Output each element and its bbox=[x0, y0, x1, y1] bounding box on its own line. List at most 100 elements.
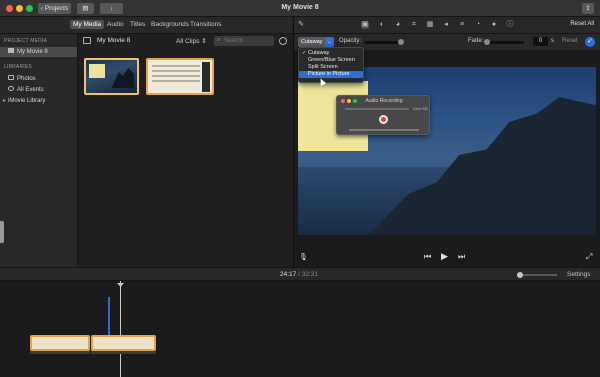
menu-item-label: Green/Blue Screen bbox=[308, 57, 355, 63]
timeline-audio-track[interactable] bbox=[30, 351, 90, 354]
opacity-slider-knob[interactable] bbox=[398, 39, 404, 45]
total-time: 32:31 bbox=[301, 271, 318, 278]
sidebar-item-imovie-library[interactable]: ▸ iMovie Library bbox=[0, 96, 77, 106]
timeline-clip[interactable] bbox=[30, 335, 90, 351]
menu-item-label: Picture in Picture bbox=[308, 71, 350, 77]
fade-slider-knob[interactable] bbox=[484, 39, 490, 45]
stabilization-icon[interactable]: ▦ bbox=[426, 21, 434, 29]
recording-window-title: Audio Recording bbox=[365, 98, 403, 104]
overlay-mode-menu: ✓ Cutaway Green/Blue Screen Split Screen… bbox=[298, 47, 364, 83]
clip-document-thumb bbox=[152, 65, 200, 67]
clip-landscape-thumb bbox=[111, 68, 134, 88]
sidebar-item-photos[interactable]: Photos bbox=[0, 74, 77, 84]
libraries-sidebar: PROJECT MEDIA My Movie 8 LIBRARIES Photo… bbox=[0, 34, 78, 267]
overlay-mode-value: Cutaway bbox=[301, 39, 323, 45]
apply-checkmark-button[interactable]: ✓ bbox=[585, 37, 595, 47]
opacity-label: Opacity: bbox=[339, 38, 362, 44]
sidebar-item-my-movie[interactable]: My Movie 8 bbox=[0, 47, 77, 57]
camera-icon bbox=[8, 75, 14, 80]
sidebar-item-all-events[interactable]: All Events bbox=[0, 85, 77, 95]
menu-item-picture-in-picture[interactable]: Picture in Picture bbox=[299, 71, 363, 78]
star-icon bbox=[8, 86, 14, 91]
sidebar-toggle-icon[interactable] bbox=[83, 37, 91, 44]
overlay-clip-connector[interactable] bbox=[108, 297, 110, 337]
equalizer-icon[interactable]: ≡ bbox=[458, 21, 466, 29]
timeline-clip[interactable] bbox=[91, 335, 156, 351]
adjustments-bar: ✎ ▣ ◐ ◕ ⌗ ▦ ◂ ≡ ◔ ● ⓘ Reset All bbox=[294, 17, 600, 34]
sidebar-item-label: My Movie 8 bbox=[17, 49, 48, 55]
timecode-display: 24:17 / 32:31 bbox=[280, 271, 318, 278]
media-clip-thumbnail[interactable] bbox=[146, 58, 214, 95]
overlay-mode-select[interactable]: Cutaway ⌄ bbox=[298, 37, 334, 47]
crop-icon[interactable]: ⌗ bbox=[410, 21, 418, 29]
media-clip-thumbnail[interactable] bbox=[84, 58, 139, 95]
fade-slider[interactable] bbox=[484, 39, 524, 45]
chevron-right-icon: ▸ bbox=[3, 98, 7, 104]
record-button[interactable] bbox=[379, 115, 388, 124]
skip-back-button[interactable]: ⏮ bbox=[424, 252, 431, 262]
search-icon: ⌕ bbox=[217, 37, 221, 43]
playback-controls: 🎙 ⏮ ▶ ⏭ ⤢ bbox=[293, 250, 600, 267]
color-correction-icon[interactable]: ◕ bbox=[394, 21, 402, 29]
reset-button[interactable]: Reset bbox=[562, 38, 578, 44]
menu-item-cutaway[interactable]: ✓ Cutaway bbox=[299, 50, 363, 57]
skip-forward-button[interactable]: ⏭ bbox=[458, 252, 465, 262]
menu-item-split-screen[interactable]: Split Screen bbox=[299, 64, 363, 71]
tab-titles[interactable]: Titles bbox=[130, 21, 145, 28]
reset-all-button[interactable]: Reset All bbox=[570, 21, 594, 27]
video-overlay-settings-icon[interactable]: ▣ bbox=[361, 21, 369, 29]
microphone-icon[interactable]: 🎙 bbox=[299, 253, 308, 261]
audio-recording-window: Audio Recording Zero KB bbox=[336, 95, 430, 135]
zoom-slider-knob[interactable] bbox=[517, 272, 523, 278]
sidebar-item-label: iMovie Library bbox=[8, 98, 46, 104]
noise-reduction-icon[interactable]: ● bbox=[490, 21, 498, 29]
speed-icon[interactable]: ◔ bbox=[474, 21, 482, 29]
tab-backgrounds[interactable]: Backgrounds bbox=[151, 21, 189, 28]
fade-duration-field[interactable]: 0 bbox=[533, 37, 548, 46]
window-title: My Movie 8 bbox=[281, 4, 319, 11]
clip-filter-select[interactable]: All Clips ⇕ bbox=[176, 37, 207, 45]
recording-size-label: Zero KB bbox=[413, 106, 428, 111]
volume-icon[interactable]: ◂ bbox=[442, 21, 450, 29]
checkmark-icon: ✓ bbox=[302, 50, 307, 56]
media-tabs: My Media Audio Titles Backgrounds Transi… bbox=[0, 17, 292, 34]
checkmark-icon: ✓ bbox=[587, 38, 593, 45]
tab-my-media[interactable]: My Media bbox=[70, 20, 105, 29]
title-bar: ‹ Projects ▤ ↓ My Movie 8 ⇪ bbox=[0, 0, 600, 17]
clip-filter-icon[interactable]: ⓘ bbox=[506, 21, 514, 29]
magic-wand-icon[interactable]: ✎ bbox=[297, 21, 305, 29]
playhead[interactable] bbox=[120, 281, 121, 377]
video-preview[interactable] bbox=[298, 67, 596, 235]
color-balance-icon[interactable]: ◐ bbox=[378, 21, 386, 29]
menu-item-label: Split Screen bbox=[308, 64, 338, 70]
fade-unit-label: s bbox=[551, 38, 554, 44]
menu-item-label: Cutaway bbox=[308, 50, 330, 56]
share-button[interactable]: ⇪ bbox=[582, 3, 594, 14]
sidebar-item-label: All Events bbox=[17, 87, 44, 93]
chevron-down-icon: ⌄ bbox=[325, 37, 334, 47]
fullscreen-icon[interactable]: ⤢ bbox=[586, 252, 592, 262]
recording-level-bar bbox=[345, 108, 409, 110]
libraries-header: LIBRARIES bbox=[4, 64, 32, 70]
browser-title: My Movie 8 bbox=[97, 37, 131, 44]
browser-toolbar: My Movie 8 All Clips ⇕ ⌕ bbox=[79, 34, 292, 48]
timeline-audio-track[interactable] bbox=[91, 351, 156, 354]
sidebar-resize-handle[interactable] bbox=[0, 221, 4, 243]
tab-transitions[interactable]: Transitions bbox=[190, 21, 222, 28]
timeline-zoom-slider[interactable] bbox=[517, 272, 557, 278]
search-input[interactable] bbox=[214, 36, 274, 46]
clip-overlay-thumb bbox=[89, 64, 105, 78]
sidebar-item-label: Photos bbox=[17, 76, 36, 82]
current-time: 24:17 bbox=[280, 271, 297, 278]
tab-audio[interactable]: Audio bbox=[107, 21, 124, 28]
media-browser: My Movie 8 All Clips ⇕ ⌕ bbox=[79, 34, 292, 267]
project-media-header: PROJECT MEDIA bbox=[4, 38, 48, 44]
opacity-slider[interactable] bbox=[364, 39, 404, 45]
browser-settings-icon[interactable] bbox=[279, 37, 287, 45]
menu-item-green-blue-screen[interactable]: Green/Blue Screen bbox=[299, 57, 363, 64]
play-button[interactable]: ▶ bbox=[441, 251, 448, 262]
recording-volume-slider[interactable] bbox=[349, 129, 419, 131]
timeline[interactable] bbox=[0, 281, 600, 377]
timeline-settings-button[interactable]: Settings bbox=[567, 271, 591, 278]
share-icon: ⇪ bbox=[585, 5, 591, 12]
